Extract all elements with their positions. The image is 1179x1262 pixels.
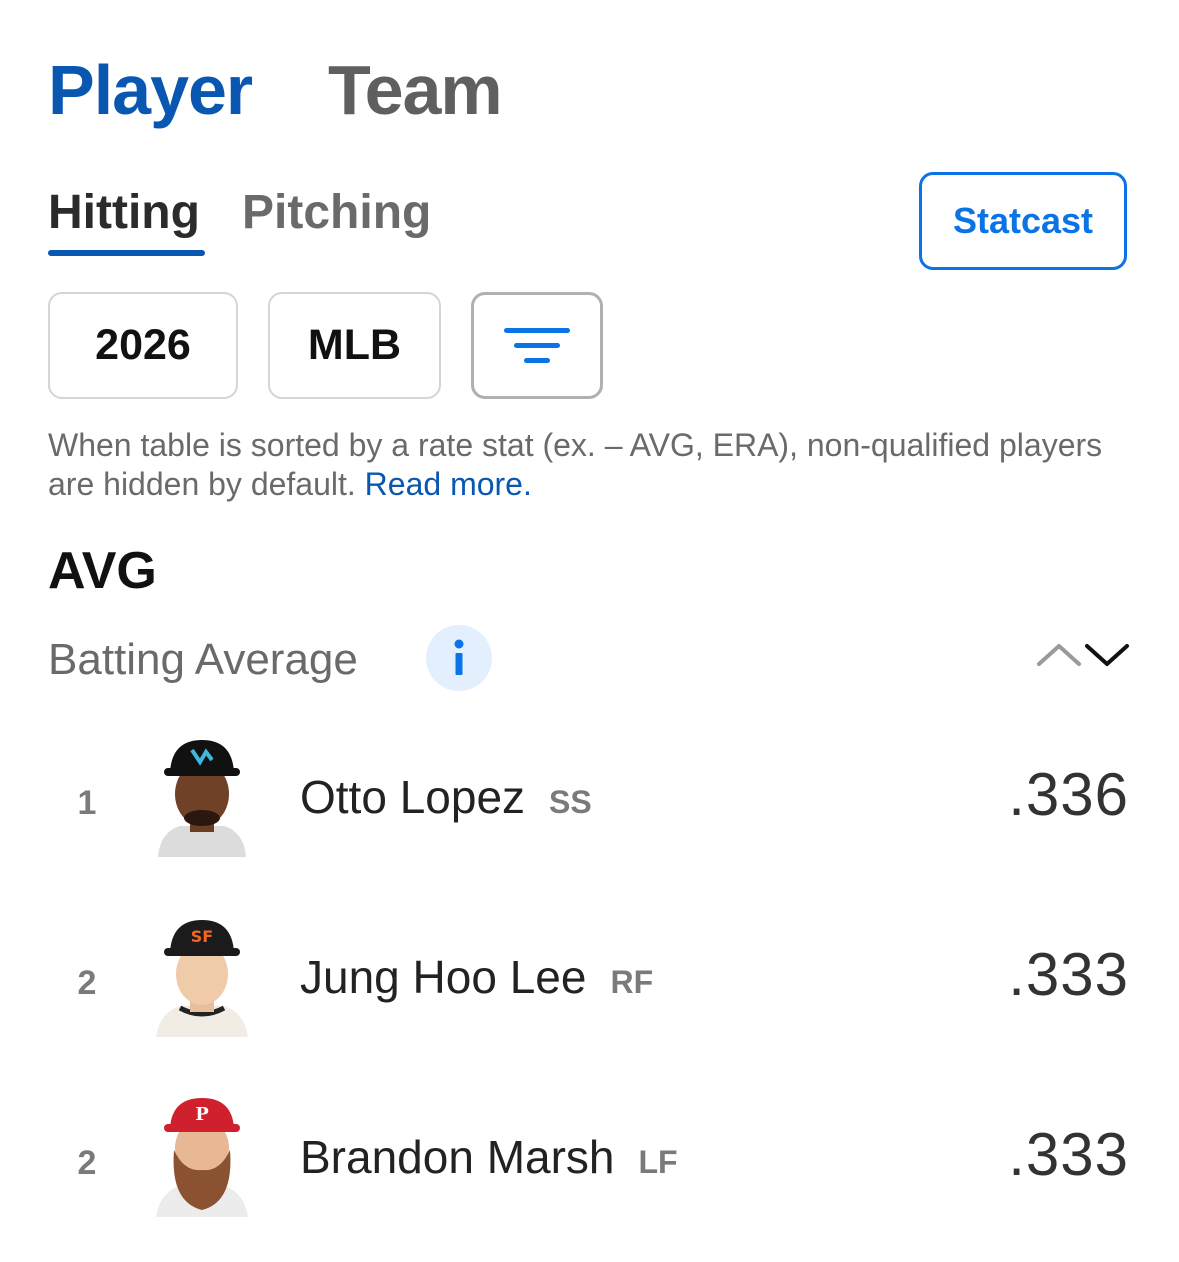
stat-value: .333 [1008, 941, 1129, 1008]
tab-hitting[interactable]: Hitting [48, 184, 200, 242]
player-headshot-avatar: SF [156, 920, 248, 1037]
statcast-button[interactable]: Statcast [919, 172, 1127, 270]
player-name[interactable]: Brandon Marsh [300, 1131, 615, 1183]
info-icon [454, 639, 464, 675]
active-tab-indicator [48, 250, 205, 256]
qualification-disclaimer: When table is sorted by a rate stat (ex.… [48, 426, 1128, 504]
player-headshot-avatar: P [156, 1098, 248, 1217]
leaderboard-row[interactable]: 1 Otto Lopez SS .336 [0, 722, 1179, 902]
row-rank: 2 [77, 964, 97, 1002]
stat-value: .336 [1008, 761, 1129, 828]
disclaimer-text: When table is sorted by a rate stat (ex.… [48, 427, 1103, 502]
row-rank: 2 [77, 1144, 97, 1182]
league-filter-button[interactable]: MLB [268, 292, 441, 399]
player-position: LF [638, 1144, 678, 1180]
svg-text:P: P [195, 1104, 209, 1125]
stat-full-name: Batting Average [48, 635, 358, 684]
sort-descending-icon[interactable] [1084, 638, 1130, 672]
statcast-button-label: Statcast [952, 200, 1094, 241]
player-name[interactable]: Jung Hoo Lee [300, 951, 586, 1003]
tab-pitching[interactable]: Pitching [242, 184, 431, 242]
season-filter-button[interactable]: 2026 [48, 292, 238, 399]
player-headshot-avatar [158, 740, 246, 857]
filter-icon [504, 327, 570, 363]
read-more-link[interactable]: Read more. [365, 466, 532, 502]
row-rank: 1 [77, 784, 97, 822]
player-name-line: Jung Hoo Lee RF [300, 950, 653, 1004]
tab-player[interactable]: Player [48, 48, 253, 132]
filter-button[interactable] [471, 292, 603, 399]
player-name[interactable]: Otto Lopez [300, 771, 525, 823]
svg-text:SF: SF [191, 927, 213, 946]
player-name-line: Brandon Marsh LF [300, 1130, 678, 1184]
stat-value: .333 [1008, 1121, 1129, 1188]
league-value: MLB [307, 321, 402, 369]
player-position: SS [549, 784, 592, 820]
player-position: RF [610, 964, 654, 1000]
player-name-line: Otto Lopez SS [300, 770, 592, 824]
sort-ascending-icon[interactable] [1036, 638, 1082, 672]
leaderboard-row[interactable]: 2 SF Jung Hoo Lee RF .333 [0, 902, 1179, 1082]
leaderboard-row[interactable]: 2 P Brandon Marsh LF .333 [0, 1082, 1179, 1262]
season-value: 2026 [95, 321, 191, 369]
info-button[interactable] [426, 625, 492, 691]
tab-team[interactable]: Team [328, 48, 503, 132]
stat-abbreviation: AVG [48, 542, 157, 600]
